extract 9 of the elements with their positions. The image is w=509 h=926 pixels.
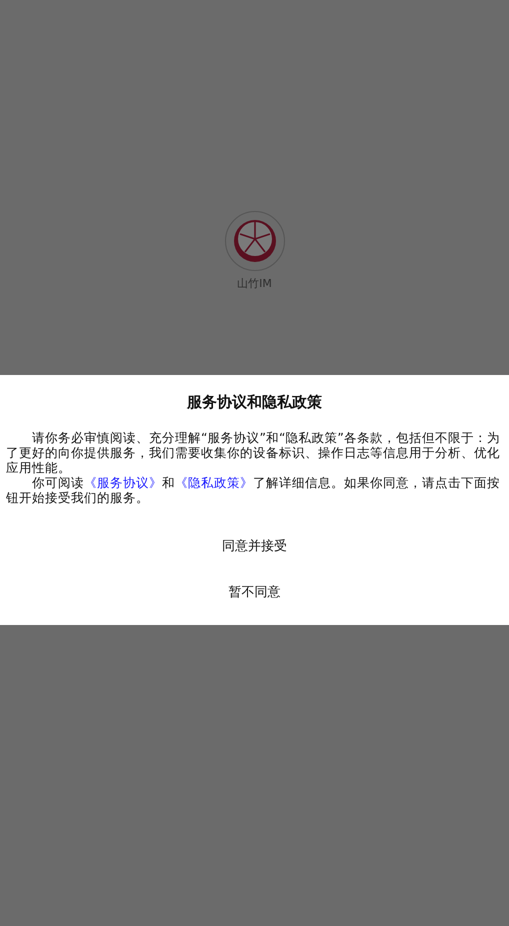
app-name: 山竹IM xyxy=(237,276,272,291)
agreement-paragraph: 请你务必审慎阅读、充分理解“服务协议”和“隐私政策”各条款，包括但不限于：为了更好的向你提供服务，我们需要收集你的设备标识、操作日志等信息用于分析、优化应用性能。 xyxy=(5,430,501,475)
policy-link[interactable]: 《隐私政策》 xyxy=(175,475,253,490)
dialog-button[interactable]: 同意并接受 xyxy=(202,527,307,565)
app-logo-icon xyxy=(224,210,286,272)
dialog-title: 服务协议和隐私政策 xyxy=(187,393,322,412)
policy-link[interactable]: 《服务协议》 xyxy=(84,475,162,490)
dialog-button[interactable]: 暂不同意 xyxy=(208,573,300,611)
agreement-paragraph: 你可阅读《服务协议》和《隐私政策》了解详细信息。如果你同意，请点击下面按钮开始接受我们的服务。 xyxy=(5,475,501,505)
